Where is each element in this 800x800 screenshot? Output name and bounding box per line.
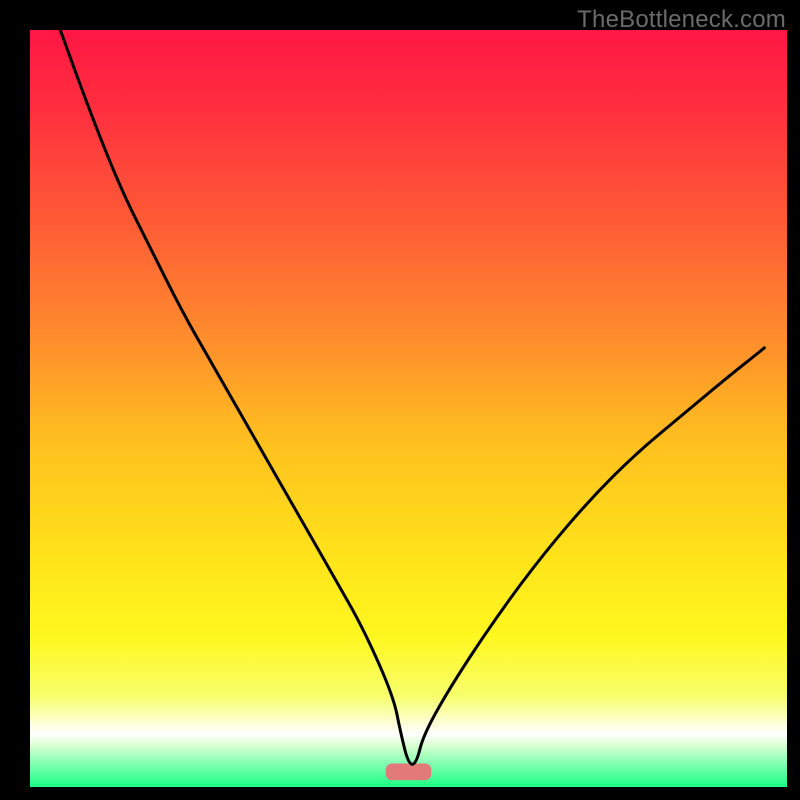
optimal-marker	[386, 764, 431, 781]
chart-stage: TheBottleneck.com	[0, 0, 800, 800]
plot-area	[30, 30, 787, 787]
bottleneck-chart	[0, 0, 800, 800]
watermark-text: TheBottleneck.com	[577, 6, 786, 34]
